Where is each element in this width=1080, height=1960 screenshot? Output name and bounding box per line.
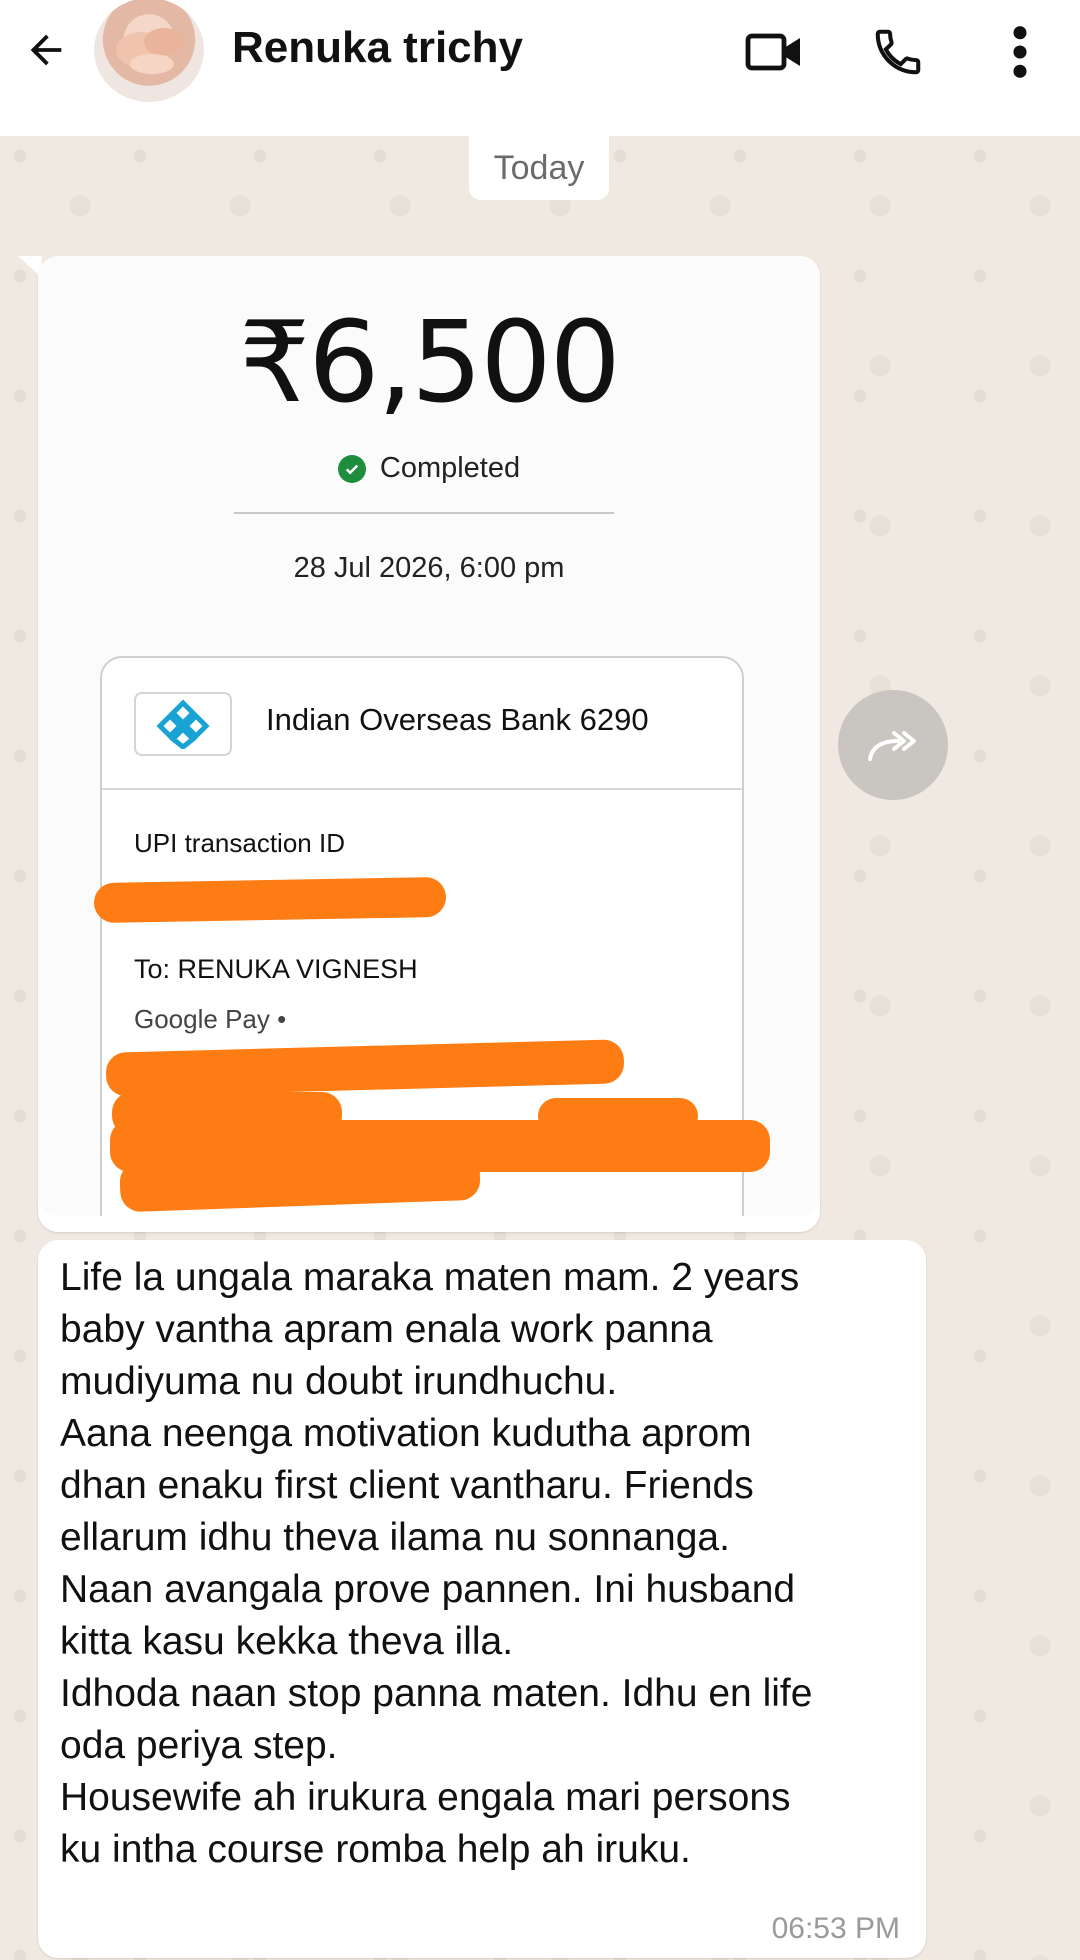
divider (234, 512, 614, 514)
voice-call-button[interactable] (866, 20, 930, 84)
payment-receipt-image[interactable]: ₹6,500 Completed 28 Jul 2026, 6:00 pm In… (38, 256, 820, 1216)
payment-status: Completed (38, 452, 820, 485)
back-arrow-icon (30, 34, 62, 66)
image-message-bubble[interactable]: ₹6,500 Completed 28 Jul 2026, 6:00 pm In… (38, 256, 820, 1232)
check-circle-icon (337, 454, 366, 483)
text-message-bubble[interactable]: Life la ungala maraka maten mam. 2 years… (38, 1240, 926, 1958)
contact-name[interactable]: Renuka trichy (232, 20, 523, 76)
card-divider (102, 788, 742, 790)
video-call-button[interactable] (742, 20, 806, 84)
forward-button[interactable] (838, 690, 948, 800)
message-timestamp: 06:53 PM (771, 1912, 900, 1945)
phone-icon (875, 29, 921, 75)
date-chip: Today (469, 136, 609, 200)
payment-datetime: 28 Jul 2026, 6:00 pm (293, 552, 565, 584)
more-options-button[interactable] (988, 20, 1052, 84)
forward-icon (868, 731, 916, 761)
payment-app-line: Google Pay • (134, 1004, 287, 1034)
recipient-name: To: RENUKA VIGNESH (134, 954, 418, 984)
status-label: Completed (379, 452, 521, 484)
bank-logo-icon (134, 692, 232, 756)
redaction-mark (93, 876, 447, 924)
chat-header: Renuka trichy (0, 0, 1080, 136)
more-vert-icon (1013, 26, 1027, 78)
video-call-icon (745, 33, 800, 71)
upi-transaction-label: UPI transaction ID (134, 828, 345, 858)
bank-name: Indian Overseas Bank 6290 (266, 702, 649, 737)
avatar[interactable] (94, 0, 204, 102)
payment-amount: ₹6,500 (239, 298, 621, 428)
back-button[interactable] (18, 22, 74, 78)
avatar-image (116, 28, 184, 74)
message-body: Life la ungala maraka maten mam. 2 years… (60, 1256, 813, 1871)
